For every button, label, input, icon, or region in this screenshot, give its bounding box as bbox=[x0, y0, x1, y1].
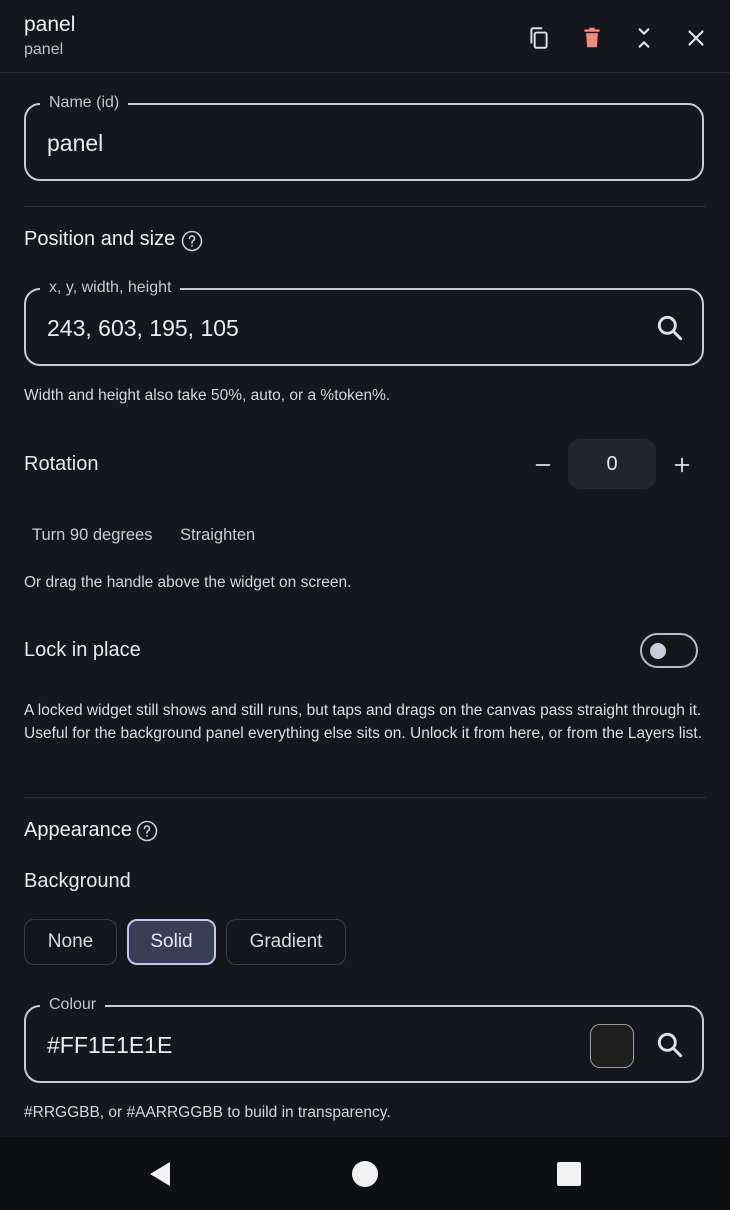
close-icon bbox=[688, 30, 704, 46]
panel-title: panel bbox=[24, 13, 76, 36]
plus-icon bbox=[674, 457, 690, 473]
rotation-label: Rotation bbox=[24, 453, 99, 475]
colour-value: #FF1E1E1E bbox=[47, 1032, 173, 1058]
background-gradient-button[interactable]: Gradient bbox=[226, 919, 346, 965]
search-icon[interactable] bbox=[654, 1029, 686, 1061]
colour-field[interactable]: Colour #FF1E1E1E bbox=[24, 996, 704, 1083]
panel-subtitle: panel bbox=[24, 41, 64, 58]
rotation-increment-button[interactable] bbox=[662, 445, 702, 485]
back-icon[interactable] bbox=[146, 1160, 174, 1188]
delete-button[interactable] bbox=[572, 18, 612, 58]
position-size-field[interactable]: x, y, width, height 243, 603, 195, 105 bbox=[24, 279, 704, 366]
colour-label: Colour bbox=[40, 996, 106, 1014]
straighten-button[interactable]: Straighten bbox=[172, 522, 263, 549]
duplicate-icon bbox=[530, 27, 548, 49]
minus-icon bbox=[535, 464, 551, 466]
name-id-value: panel bbox=[47, 130, 104, 156]
rotation-value[interactable]: 0 bbox=[568, 439, 656, 489]
position-hint: Width and height also take 50%, auto, or… bbox=[24, 387, 391, 404]
name-id-label: Name (id) bbox=[40, 94, 129, 112]
divider bbox=[24, 797, 706, 798]
background-label: Background bbox=[24, 870, 131, 892]
recents-icon[interactable] bbox=[555, 1160, 583, 1188]
lock-description: A locked widget still shows and still ru… bbox=[24, 702, 703, 742]
rotation-decrement-button[interactable] bbox=[523, 445, 563, 485]
colour-swatch[interactable] bbox=[590, 1024, 634, 1068]
divider bbox=[24, 206, 706, 207]
position-size-label: x, y, width, height bbox=[40, 279, 181, 297]
position-size-value: 243, 603, 195, 105 bbox=[47, 315, 239, 341]
delete-icon bbox=[584, 27, 600, 48]
home-icon[interactable] bbox=[351, 1160, 379, 1188]
duplicate-button[interactable] bbox=[519, 18, 559, 58]
close-button[interactable] bbox=[676, 18, 716, 58]
system-navigation-bar bbox=[0, 1137, 730, 1210]
background-none-button[interactable]: None bbox=[24, 919, 117, 965]
help-icon[interactable] bbox=[135, 819, 159, 843]
lock-toggle[interactable] bbox=[640, 633, 698, 668]
search-icon[interactable] bbox=[654, 312, 686, 344]
collapse-button[interactable] bbox=[624, 18, 664, 58]
appearance-section-title: Appearance bbox=[24, 819, 132, 841]
panel-header: panel panel bbox=[0, 0, 730, 73]
background-solid-button[interactable]: Solid bbox=[127, 919, 216, 965]
collapse-icon bbox=[638, 28, 650, 48]
rotation-hint: Or drag the handle above the widget on s… bbox=[24, 574, 352, 591]
colour-hint: #RRGGBB, or #AARRGGBB to build in transp… bbox=[24, 1104, 391, 1121]
toggle-knob bbox=[650, 643, 666, 659]
help-icon[interactable] bbox=[180, 229, 204, 253]
name-id-field[interactable]: Name (id) panel bbox=[24, 94, 704, 181]
lock-label: Lock in place bbox=[24, 639, 141, 661]
turn-90-button[interactable]: Turn 90 degrees bbox=[24, 522, 160, 549]
position-section-title: Position and size bbox=[24, 228, 176, 250]
